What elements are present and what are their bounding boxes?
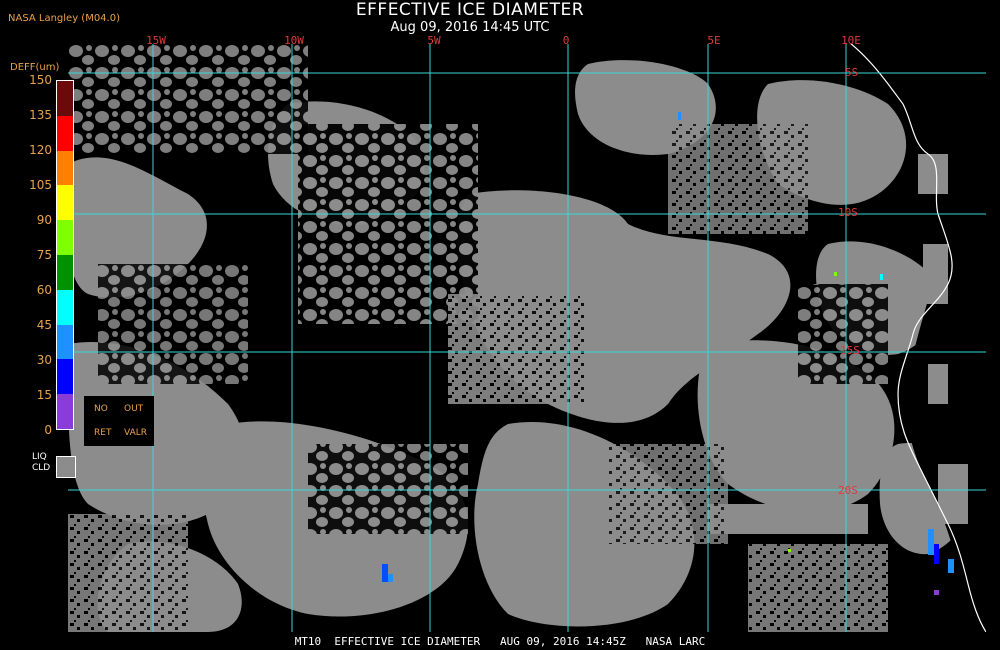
legend-ret: RET	[94, 428, 112, 438]
liq-label-line1: LIQ	[32, 452, 47, 462]
footer-caption: MT10 EFFECTIVE ICE DIAMETER AUG 09, 2016…	[294, 635, 706, 648]
legend-out: OUT	[124, 404, 144, 414]
provider-label: NASA Langley (M04.0)	[8, 13, 120, 24]
colorbar-segment	[57, 150, 73, 186]
colorbar-tick-label: 105	[29, 178, 52, 192]
colorbar-tick-label: 15	[36, 388, 52, 402]
lat-label-5s: 5S	[845, 66, 859, 79]
lat-label-20s: 20S	[838, 484, 858, 497]
liquid-cloud-swatch	[56, 456, 76, 478]
legend-no: NO	[94, 404, 108, 414]
colorbar-segment	[57, 255, 73, 290]
lat-label-15s: 15S	[840, 344, 860, 357]
colorbar-segment	[57, 115, 73, 151]
satellite-map[interactable]	[68, 44, 986, 632]
no-retrieval-legend: NO OUT RET VALR	[84, 396, 154, 446]
colorbar-segment	[57, 81, 73, 116]
colorbar-tick-label: 150	[29, 73, 52, 87]
colorbar-segment	[57, 289, 73, 325]
liq-label-line2: CLD	[32, 463, 51, 473]
colorbar-tick-label: 30	[36, 353, 52, 367]
colorbar	[56, 80, 74, 430]
colorbar-tick-label: 120	[29, 143, 52, 157]
cloud-field	[68, 44, 986, 632]
colorbar-segment	[57, 394, 73, 430]
colorbar-tick-label: 0	[44, 423, 52, 437]
colorbar-segment	[57, 220, 73, 256]
colorbar-tick-label: 45	[36, 318, 52, 332]
colorbar-segment	[57, 359, 73, 395]
map-timestamp: Aug 09, 2016 14:45 UTC	[390, 20, 550, 35]
legend-valr: VALR	[124, 428, 148, 438]
colorbar-tick-label: 90	[36, 213, 52, 227]
colorbar-segment	[57, 324, 73, 360]
colorbar-title: DEFF(um)	[10, 62, 60, 73]
colorbar-tick-label: 60	[36, 283, 52, 297]
colorbar-segment	[57, 185, 73, 221]
liquid-cloud-label: LIQ CLD	[32, 452, 50, 474]
colorbar-tick-label: 135	[29, 108, 52, 122]
map-title: EFFECTIVE ICE DIAMETER	[355, 0, 585, 20]
colorbar-tick-label: 75	[36, 248, 52, 262]
lat-label-10s: 10S	[838, 206, 858, 219]
